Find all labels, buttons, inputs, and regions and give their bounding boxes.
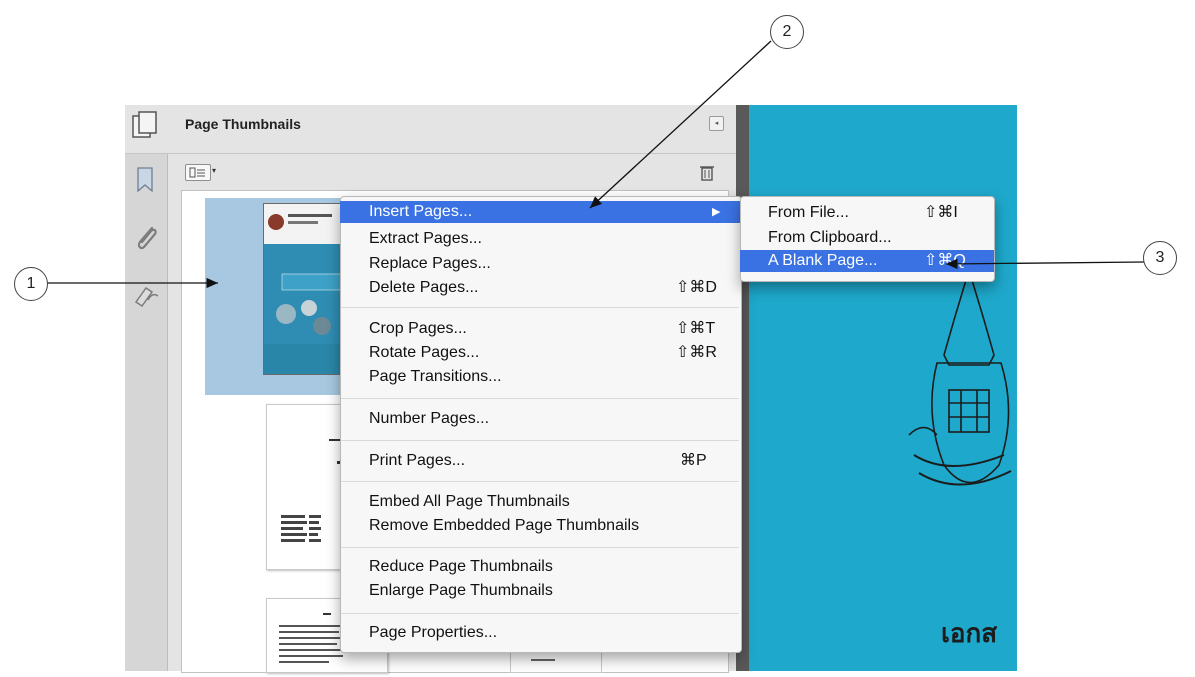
callout-3: 3	[1143, 241, 1177, 275]
callout-arrows	[47, 40, 1145, 289]
callout-1: 1	[14, 267, 48, 301]
callout-2: 2	[770, 15, 804, 49]
